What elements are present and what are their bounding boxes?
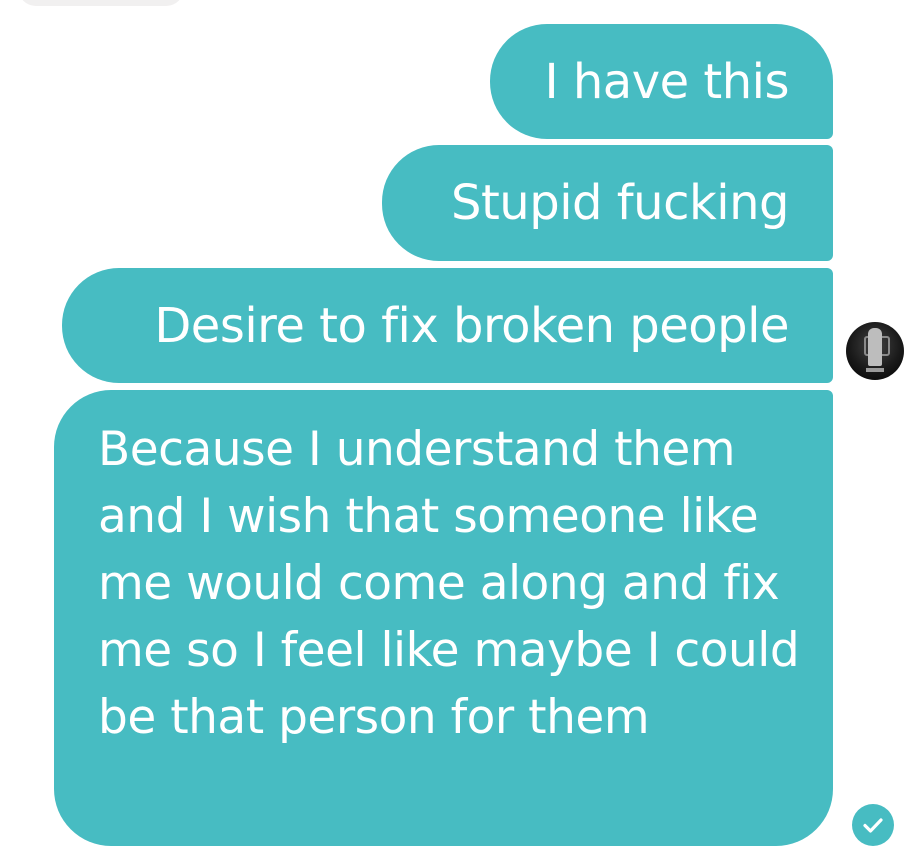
sent-message[interactable]: Because I understand them and I wish tha…: [54, 390, 833, 846]
user-avatar-icon[interactable]: [846, 322, 904, 380]
avatar-figure: [868, 328, 882, 366]
avatar-caption-bar: [866, 368, 884, 372]
sent-message[interactable]: Desire to fix broken people: [62, 268, 833, 383]
checkmark-icon: [863, 818, 883, 833]
previous-message-bubble: [18, 0, 184, 6]
message-text: Because I understand them and I wish tha…: [98, 422, 800, 745]
message-text: I have this: [544, 53, 789, 110]
sent-message[interactable]: Stupid fucking: [382, 145, 833, 261]
message-text: Stupid fucking: [451, 175, 789, 231]
seen-check-icon: [852, 804, 894, 846]
message-text: Desire to fix broken people: [154, 297, 789, 354]
sent-message[interactable]: I have this: [490, 24, 833, 139]
